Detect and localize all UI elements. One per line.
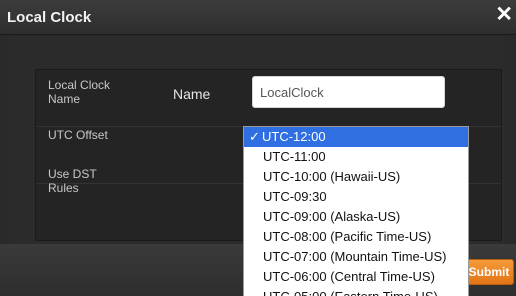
utc-offset-label: UTC Offset bbox=[48, 128, 108, 142]
dropdown-option[interactable]: UTC-07:00 (Mountain Time-US) bbox=[244, 247, 468, 267]
checkmark-icon: ✓ bbox=[249, 129, 260, 144]
dropdown-option-label: UTC-12:00 bbox=[262, 129, 326, 144]
close-icon[interactable]: ✕ bbox=[495, 2, 513, 28]
utc-offset-dropdown[interactable]: ✓ UTC-12:00 UTC-11:00 UTC-10:00 (Hawaii-US)… bbox=[243, 126, 469, 296]
dropdown-option[interactable]: UTC-06:00 (Central Time-US) bbox=[244, 267, 468, 287]
name-field-label: Name bbox=[173, 86, 211, 102]
dropdown-option[interactable]: UTC-11:00 bbox=[244, 147, 468, 167]
dropdown-option-label: UTC-07:00 (Mountain Time-US) bbox=[263, 249, 447, 264]
dropdown-option-label: UTC-06:00 (Central Time-US) bbox=[263, 269, 435, 284]
use-dst-rules-label: Use DST Rules bbox=[48, 167, 97, 195]
dropdown-option-label: UTC-08:00 (Pacific Time-US) bbox=[263, 229, 432, 244]
window-title: Local Clock bbox=[7, 9, 92, 26]
dropdown-option[interactable]: UTC-05:00 (Eastern Time-US) bbox=[244, 287, 468, 296]
name-input[interactable] bbox=[252, 76, 445, 108]
dropdown-option-label: UTC-09:30 bbox=[263, 189, 327, 204]
dropdown-option-label: UTC-09:00 (Alaska-US) bbox=[263, 209, 401, 224]
dropdown-option[interactable]: UTC-09:00 (Alaska-US) bbox=[244, 207, 468, 227]
dropdown-option-label: UTC-10:00 (Hawaii-US) bbox=[263, 169, 401, 184]
dropdown-option[interactable]: UTC-09:30 bbox=[244, 187, 468, 207]
dropdown-option-label: UTC-05:00 (Eastern Time-US) bbox=[263, 289, 438, 296]
local-clock-name-label: Local Clock Name bbox=[48, 78, 111, 106]
submit-button[interactable]: Submit bbox=[464, 259, 514, 285]
dropdown-option-label: UTC-11:00 bbox=[263, 149, 326, 164]
dropdown-option[interactable]: ✓ UTC-12:00 bbox=[244, 127, 468, 147]
title-bar: Local Clock ✕ bbox=[0, 0, 516, 35]
dropdown-option[interactable]: UTC-10:00 (Hawaii-US) bbox=[244, 167, 468, 187]
dropdown-option[interactable]: UTC-08:00 (Pacific Time-US) bbox=[244, 227, 468, 247]
